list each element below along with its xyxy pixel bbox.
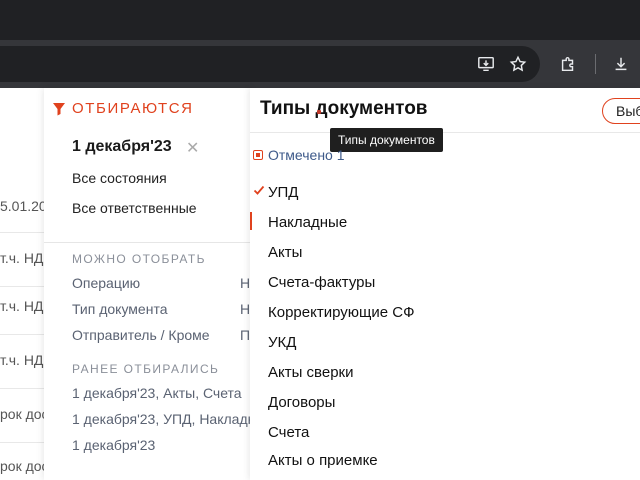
filter-option-right[interactable]: Н: [240, 275, 250, 291]
previous-filter-item[interactable]: 1 декабря'23, Акты, Счета: [72, 385, 242, 401]
filter-option-doc-type[interactable]: Тип документа: [72, 301, 168, 317]
select-button[interactable]: Выбрать: [602, 98, 640, 124]
doc-type-acceptance-acts[interactable]: Акты о приемке: [268, 452, 378, 469]
checkmark-icon: [253, 185, 265, 195]
filter-option-sender[interactable]: Отправитель / Кроме: [72, 327, 210, 343]
states-filter[interactable]: Все состояния: [72, 170, 167, 186]
marked-label: Отмечено 1: [268, 147, 345, 163]
filter-option-right[interactable]: П: [240, 327, 250, 343]
divider: [44, 242, 250, 243]
browser-titlebar: [0, 0, 640, 40]
marked-checkbox-icon[interactable]: [253, 150, 263, 160]
previous-filter-item[interactable]: 1 декабря'23, УПД, Накладные: [72, 411, 250, 427]
doc-type-upd[interactable]: УПД: [268, 184, 298, 201]
bg-date-cell: 5.01.20: [0, 198, 47, 214]
bg-term-cell: рок дос: [0, 406, 49, 422]
install-app-icon[interactable]: [476, 54, 496, 74]
doc-type-acts[interactable]: Акты: [268, 244, 302, 261]
filter-header: ОТБИРАЮТСЯ: [52, 100, 194, 117]
download-icon[interactable]: [611, 54, 631, 74]
doc-type-bills[interactable]: Счета: [268, 424, 309, 441]
doc-type-contracts[interactable]: Договоры: [268, 394, 335, 411]
toolbar-separator: [595, 54, 596, 74]
mouse-cursor: [317, 110, 321, 114]
previous-heading: РАНЕЕ ОТБИРАЛИСЬ: [72, 362, 220, 376]
doc-type-corrective-invoices[interactable]: Корректирующие СФ: [268, 304, 414, 321]
filter-option-right[interactable]: Н: [240, 301, 250, 317]
star-icon[interactable]: [508, 54, 528, 74]
can-select-heading: МОЖНО ОТОБРАТЬ: [72, 252, 206, 266]
close-icon[interactable]: ✕: [186, 138, 199, 158]
doc-types-title: Типы документов: [260, 98, 428, 119]
doc-type-reconciliation-acts[interactable]: Акты сверки: [268, 364, 353, 381]
tooltip: Типы документов: [330, 128, 443, 152]
previous-filter-item[interactable]: 1 декабря'23: [72, 437, 155, 453]
extensions-icon[interactable]: [558, 54, 578, 74]
bg-term-cell: рок дос: [0, 458, 49, 474]
doc-type-waybills[interactable]: Накладные: [268, 214, 347, 231]
filter-panel: ОТБИРАЮТСЯ 1 декабря'23 ✕ Все состояния …: [44, 88, 250, 480]
selected-date-filter[interactable]: 1 декабря'23: [72, 138, 172, 156]
doc-type-invoices[interactable]: Счета-фактуры: [268, 274, 375, 291]
filter-title: ОТБИРАЮТСЯ: [72, 100, 194, 117]
address-bar[interactable]: [0, 46, 540, 82]
filter-option-operation[interactable]: Операцию: [72, 275, 140, 291]
marked-counter[interactable]: Отмечено 1: [253, 147, 345, 163]
header-divider: [250, 132, 640, 133]
doc-type-ukd[interactable]: УКД: [268, 334, 296, 351]
responsible-filter[interactable]: Все ответственные: [72, 200, 197, 216]
hover-indicator: [250, 212, 252, 230]
doc-types-panel: Типы документов Выбрать Типы документов …: [250, 88, 640, 480]
funnel-icon: [53, 102, 65, 115]
